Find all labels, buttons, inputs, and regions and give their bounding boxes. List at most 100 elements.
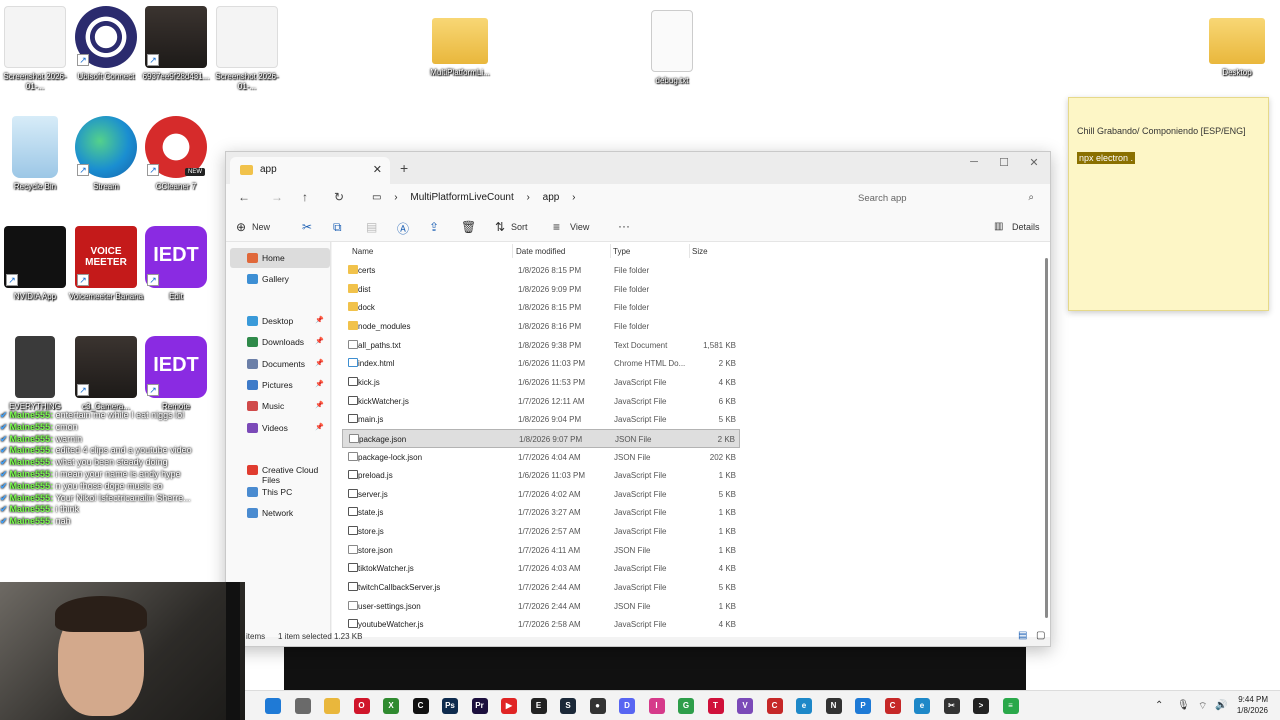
- file-row[interactable]: main.js 1/8/2026 9:04 PM JavaScript File 5 …: [342, 410, 740, 429]
- tiktok-icon[interactable]: T: [707, 698, 724, 714]
- edge-dev-icon[interactable]: e: [914, 698, 930, 714]
- chrome-icon[interactable]: G: [678, 698, 694, 714]
- sidebar-item-documents[interactable]: Documents 📌: [230, 354, 330, 374]
- desktop-icon-ubisoft-connect[interactable]: ↗ Ubisoft Connect: [66, 6, 146, 82]
- breadcrumb-item[interactable]: MultiPlatformLiveCount: [410, 192, 513, 203]
- maximize-button[interactable]: ☐: [989, 156, 1019, 169]
- sidebar-item-pictures[interactable]: Pictures 📌: [230, 375, 330, 395]
- sidebar-item-home[interactable]: Home: [230, 248, 330, 268]
- snipping-icon[interactable]: ✂: [943, 698, 960, 714]
- microphone-icon[interactable]: 🎙: [1177, 700, 1190, 711]
- windows-start-icon[interactable]: [265, 698, 281, 714]
- desktop-icon-iedt[interactable]: IEDT ↗ Remote: [136, 336, 216, 412]
- notes-icon[interactable]: ≡: [1002, 698, 1019, 714]
- delete-icon[interactable]: 🗑: [461, 220, 476, 234]
- file-row[interactable]: kick.js 1/6/2026 11:53 PM JavaScript File 4…: [342, 373, 740, 392]
- details-button[interactable]: Details: [1012, 222, 1040, 232]
- file-row[interactable]: store.json 1/7/2026 4:11 AM JSON File 1 KB: [342, 541, 740, 560]
- up-button[interactable]: ↑: [302, 190, 308, 204]
- photoshop-icon[interactable]: Ps: [442, 698, 458, 714]
- pin-icon[interactable]: 📌: [315, 423, 324, 431]
- desktop-icon-folder[interactable]: MultiPlatformLi...: [420, 10, 500, 78]
- file-row[interactable]: all_paths.txt 1/8/2026 9:38 PM Text Docume…: [342, 336, 740, 355]
- search-input[interactable]: Search app ⌕: [848, 187, 1044, 211]
- column-divider[interactable]: [610, 244, 611, 258]
- file-row[interactable]: dock 1/8/2026 8:15 PM File folder: [342, 298, 740, 317]
- rename-icon[interactable]: Ⓐ: [397, 220, 409, 237]
- column-header-size[interactable]: Size: [692, 247, 708, 256]
- more-options-button[interactable]: ···: [618, 219, 630, 233]
- file-row[interactable]: store.js 1/7/2026 2:57 AM JavaScript File 1…: [342, 522, 740, 541]
- file-row[interactable]: node_modules 1/8/2026 8:16 PM File folder: [342, 317, 740, 336]
- breadcrumb-item[interactable]: app: [543, 192, 560, 203]
- visual-studio-icon[interactable]: V: [737, 698, 753, 714]
- file-row[interactable]: index.html 1/6/2026 11:03 PM Chrome HTML D…: [342, 354, 740, 373]
- desktop-icon-recycle-bin[interactable]: Recycle Bin: [0, 116, 75, 192]
- sidebar-item-creative-cloud-files[interactable]: Creative Cloud Files: [230, 460, 330, 485]
- discord-icon[interactable]: D: [619, 698, 635, 714]
- ccleaner-icon[interactable]: C: [766, 698, 783, 714]
- file-row[interactable]: kickWatcher.js 1/7/2026 12:11 AM JavaScrip…: [342, 392, 740, 411]
- chevron-up-icon[interactable]: ⌃: [1155, 700, 1163, 711]
- photos-icon[interactable]: P: [855, 698, 871, 714]
- file-manager-icon[interactable]: [294, 698, 311, 714]
- cut-icon[interactable]: ✂: [302, 220, 312, 234]
- ccleaner-icon-2[interactable]: C: [884, 698, 901, 714]
- sort-button[interactable]: Sort: [511, 222, 528, 232]
- sidebar-item-gallery[interactable]: Gallery: [230, 269, 330, 289]
- terminal-icon[interactable]: >: [973, 698, 989, 714]
- column-header-name[interactable]: Name: [352, 247, 373, 256]
- sidebar-item-network[interactable]: Network: [230, 503, 330, 523]
- sidebar-item-videos[interactable]: Videos 📌: [230, 418, 330, 438]
- desktop-icon-edge[interactable]: ↗ Stream: [66, 116, 146, 192]
- close-tab-icon[interactable]: ✕: [373, 163, 382, 176]
- pin-icon[interactable]: 📌: [315, 316, 324, 324]
- pin-icon[interactable]: 📌: [315, 337, 324, 345]
- file-explorer-icon[interactable]: [324, 698, 340, 714]
- opera-icon[interactable]: O: [353, 698, 370, 714]
- column-header-date[interactable]: Date modified: [516, 247, 565, 256]
- edge-icon[interactable]: e: [796, 698, 812, 714]
- desktop-icon-screenshot[interactable]: Screenshot 2026-01-...: [207, 6, 287, 92]
- share-icon[interactable]: ⇪: [429, 220, 439, 234]
- file-row[interactable]: preload.js 1/6/2026 11:03 PM JavaScript Fi…: [342, 466, 740, 485]
- breadcrumb[interactable]: ▭ › MultiPlatformLiveCount › app ›: [362, 187, 842, 211]
- refresh-button[interactable]: ↻: [334, 190, 344, 204]
- file-row[interactable]: state.js 1/7/2026 3:27 AM JavaScript File 1…: [342, 503, 740, 522]
- desktop-icon-voicemeeter[interactable]: VOICE MEETER ↗ Voicemeeter Banana: [66, 226, 146, 302]
- copy-icon[interactable]: ⧉: [333, 220, 342, 235]
- sidebar-item-desktop[interactable]: Desktop 📌: [230, 311, 330, 331]
- file-row[interactable]: user-settings.json 1/7/2026 2:44 AM JSON F…: [342, 597, 740, 616]
- desktop-icon-screenshot[interactable]: Screenshot 2026-01-...: [0, 6, 75, 92]
- desktop-icon-iedt[interactable]: IEDT ↗ Edit: [136, 226, 216, 302]
- pin-icon[interactable]: 📌: [315, 380, 324, 388]
- file-row[interactable]: tiktokWatcher.js 1/7/2026 4:03 AM JavaScri…: [342, 559, 740, 578]
- notepad-icon[interactable]: N: [825, 698, 842, 714]
- file-row[interactable]: twitchCallbackServer.js 1/7/2026 2:44 AM J…: [342, 578, 740, 597]
- sidebar-item-this-pc[interactable]: This PC: [230, 482, 330, 502]
- obs-icon[interactable]: ●: [589, 698, 606, 714]
- premiere-icon[interactable]: Pr: [471, 698, 488, 714]
- column-header-type[interactable]: Type: [613, 247, 630, 256]
- desktop-icon-ccleaner[interactable]: NEW ↗ CCleaner 7: [136, 116, 216, 192]
- epic-games-icon[interactable]: E: [530, 698, 547, 714]
- column-divider[interactable]: [512, 244, 513, 258]
- file-row[interactable]: package-lock.json 1/7/2026 4:04 AM JSON Fi…: [342, 448, 740, 467]
- paste-icon[interactable]: ▤: [366, 220, 377, 234]
- desktop-icon-photo[interactable]: ↗ 6937ee9f28d431...: [136, 6, 216, 82]
- new-button[interactable]: New: [252, 222, 270, 232]
- youtube-icon[interactable]: ▶: [501, 698, 517, 714]
- xbox-icon[interactable]: X: [383, 698, 399, 714]
- file-row[interactable]: certs 1/8/2026 8:15 PM File folder: [342, 261, 740, 280]
- desktop-icon-text-file[interactable]: debug.txt: [632, 10, 712, 86]
- column-divider[interactable]: [689, 244, 690, 258]
- view-button[interactable]: View: [570, 222, 589, 232]
- steam-icon[interactable]: S: [560, 698, 576, 714]
- system-clock[interactable]: 9:44 PM 1/8/2026: [1237, 694, 1268, 716]
- wifi-icon[interactable]: ⌔: [1198, 700, 1207, 713]
- desktop-icon-photo[interactable]: ↗ c3_Camera...: [66, 336, 146, 412]
- vertical-scrollbar[interactable]: [1045, 258, 1048, 618]
- sidebar-item-music[interactable]: Music 📌: [230, 396, 330, 416]
- forward-button[interactable]: →: [271, 190, 283, 204]
- volume-icon[interactable]: 🔊: [1215, 700, 1227, 711]
